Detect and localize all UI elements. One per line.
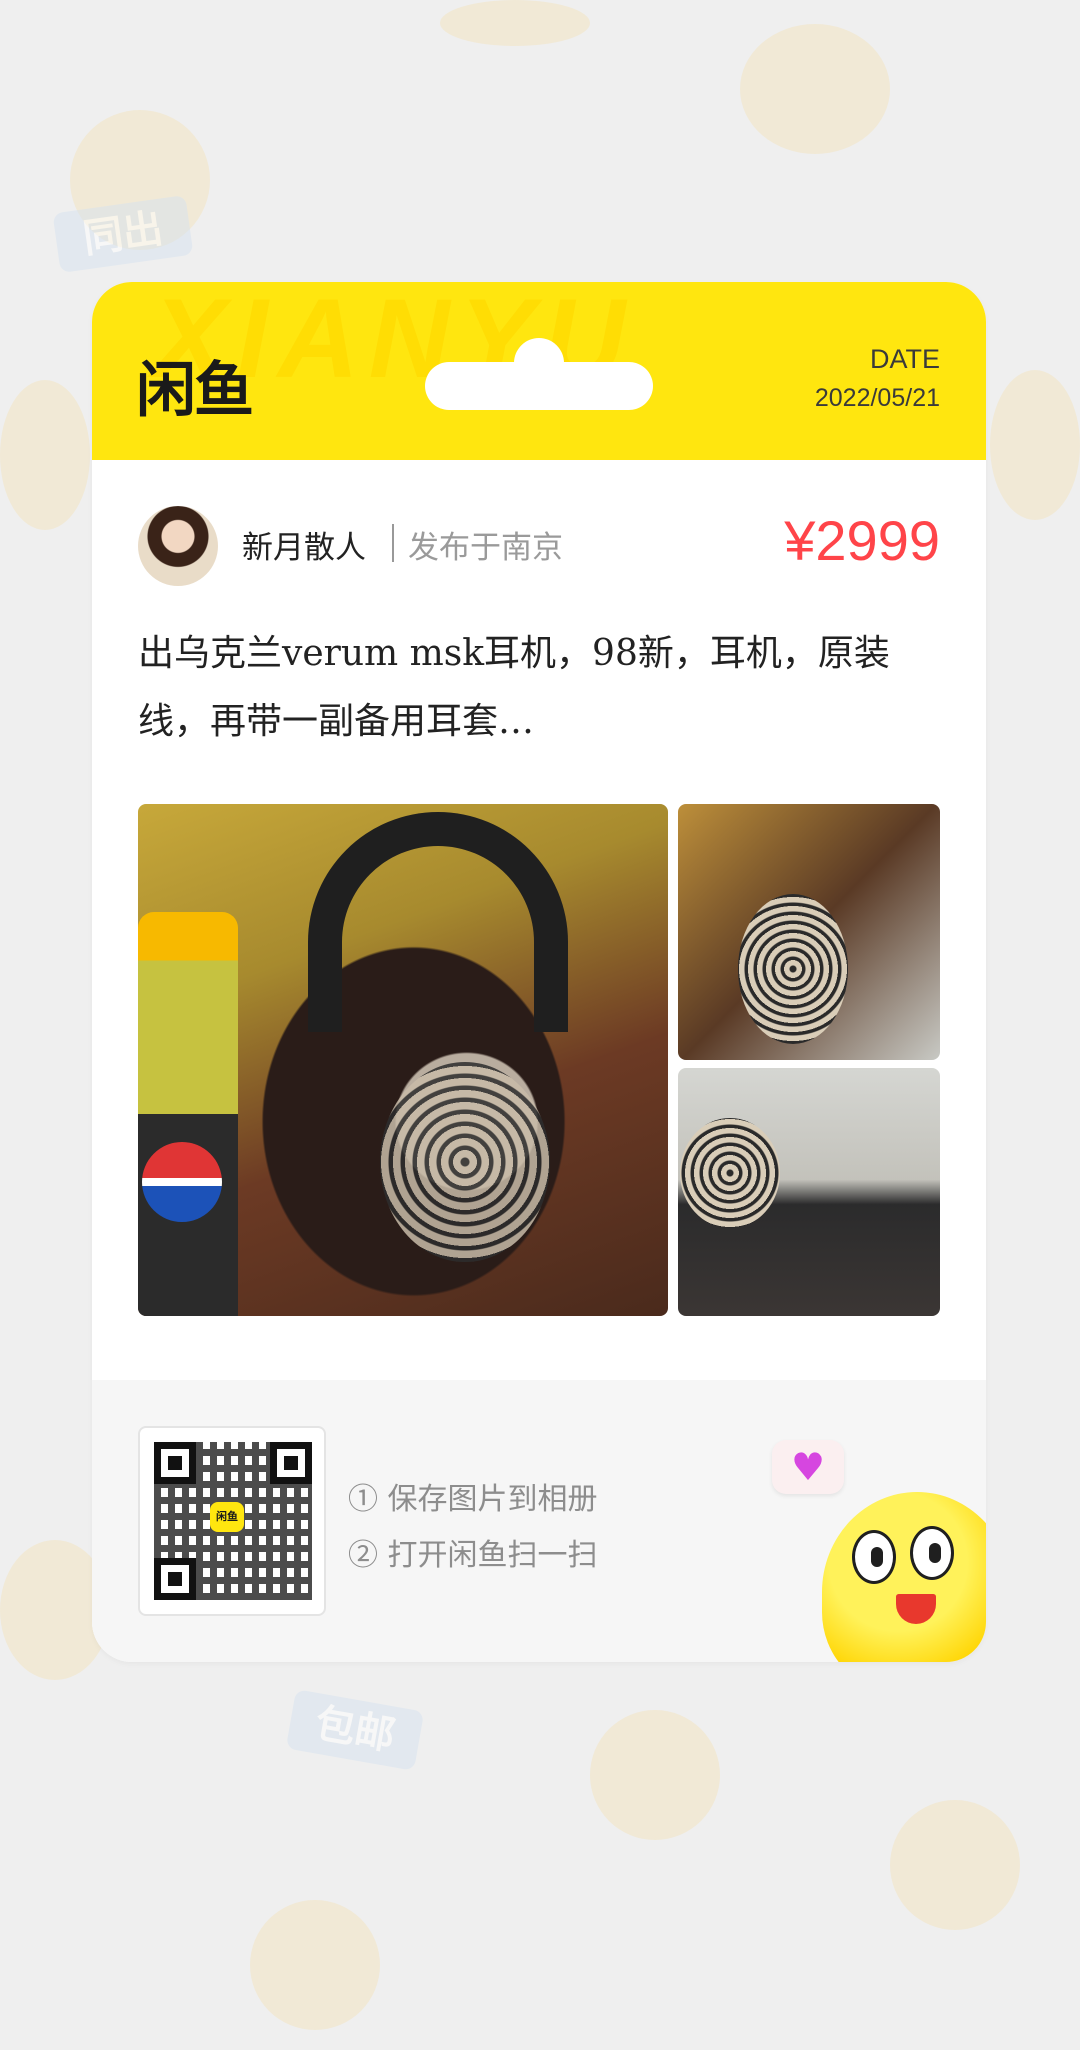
seller-divider	[392, 524, 394, 562]
background-mascot	[740, 24, 890, 154]
date-value: 2022/05/21	[814, 384, 940, 412]
item-photo-main[interactable]	[138, 804, 668, 1316]
share-card: XIANYU 闲鱼 DATE 2022/05/21 新月散人 发布于南京 ¥29…	[92, 282, 986, 1662]
pepsi-bottle	[138, 912, 238, 1316]
mascot-mouth	[896, 1594, 936, 1624]
qr-finder	[154, 1442, 196, 1484]
background-mascot	[990, 370, 1080, 520]
background-mascot	[440, 0, 590, 46]
heart-icon: ♥	[772, 1440, 844, 1494]
mascot-character: ♥	[772, 1440, 986, 1662]
qr-code[interactable]: 闲鱼	[138, 1426, 326, 1616]
earcup-grille	[680, 1118, 780, 1228]
headband-shape	[308, 812, 568, 1032]
item-photo-case[interactable]	[678, 1068, 940, 1316]
mascot-eye	[852, 1530, 896, 1584]
card-footer: 闲鱼 ① 保存图片到相册 ② 打开闲鱼扫一扫 ♥	[92, 1380, 986, 1662]
mascot-eye	[910, 1526, 954, 1580]
post-location: 发布于南京	[408, 530, 563, 566]
qr-logo: 闲鱼	[210, 1502, 244, 1532]
seller-name[interactable]: 新月散人	[242, 522, 366, 567]
background-mascot	[590, 1710, 720, 1840]
background-badge: 同出	[52, 194, 194, 274]
qr-finder	[154, 1558, 196, 1600]
mascot-body	[822, 1492, 986, 1662]
earcup-grille	[738, 894, 848, 1044]
xianyu-logo: 闲鱼	[136, 356, 254, 426]
tag-slot	[425, 362, 653, 410]
instruction-scan: ② 打开闲鱼扫一扫	[348, 1538, 598, 1573]
card-header: XIANYU 闲鱼 DATE 2022/05/21	[92, 282, 986, 460]
item-photo-side[interactable]	[678, 804, 940, 1060]
item-price: ¥2999	[784, 509, 940, 572]
qr-finder	[270, 1442, 312, 1484]
background-badge: 包邮	[285, 1689, 425, 1771]
item-description: 出乌克兰verum msk耳机，98新，耳机，原装线，再带一副备用耳套…	[138, 633, 890, 742]
earcup-grille	[380, 1062, 550, 1262]
background-mascot	[250, 1900, 380, 2030]
pepsi-logo	[142, 1142, 222, 1222]
background-mascot	[0, 380, 90, 530]
background-mascot	[890, 1800, 1020, 1930]
seller-avatar[interactable]	[138, 506, 218, 586]
instruction-save: ① 保存图片到相册	[348, 1482, 598, 1517]
date-label: DATE	[869, 344, 940, 374]
